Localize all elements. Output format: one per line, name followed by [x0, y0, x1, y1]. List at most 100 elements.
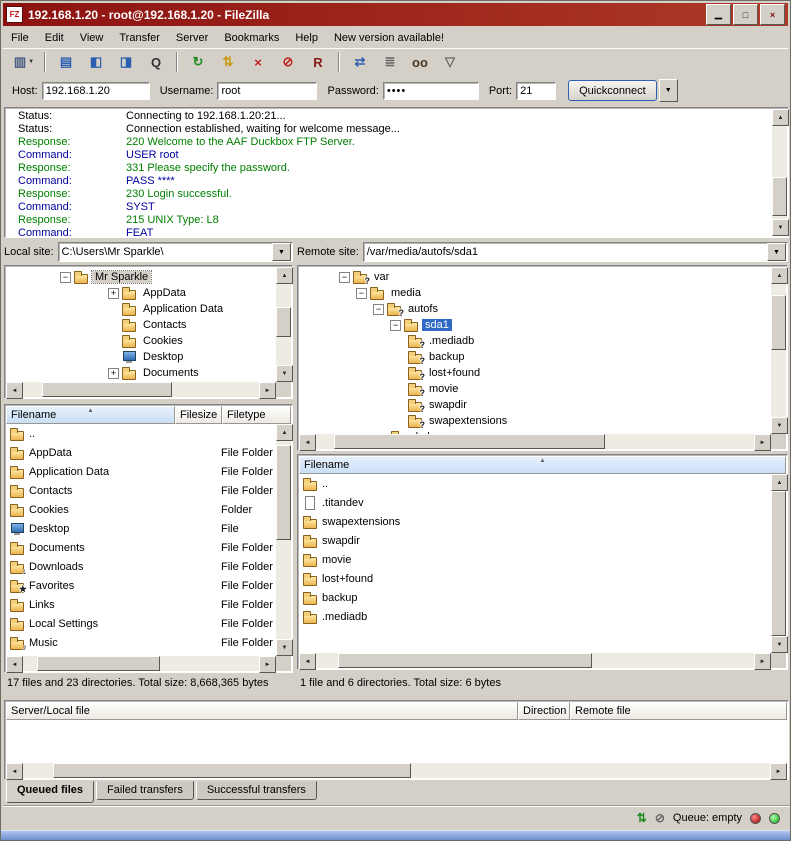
scroll-left-button[interactable]: ◄	[299, 653, 316, 670]
expander-icon[interactable]: −	[356, 288, 367, 299]
scrollbar-track[interactable]	[276, 284, 291, 365]
tree-row[interactable]: ? .mediadb	[299, 333, 770, 349]
transfer-arrows-icon[interactable]: ⇅	[637, 811, 647, 825]
expander-icon[interactable]: +	[108, 288, 119, 299]
scroll-left-button[interactable]: ◄	[6, 763, 23, 780]
queue-horizontal-scrollbar[interactable]: ◄ ►	[6, 763, 787, 778]
menu-item-transfer[interactable]: Transfer	[111, 29, 168, 47]
menu-item-help[interactable]: Help	[287, 29, 326, 47]
file-row[interactable]: .mediadb	[299, 607, 770, 626]
tree-row[interactable]: Contacts	[6, 317, 275, 333]
toggle-remote-tree-icon[interactable]: ◨	[111, 50, 141, 74]
expander-icon[interactable]: −	[390, 320, 401, 331]
file-row[interactable]: Desktop File	[6, 519, 275, 538]
scroll-down-button[interactable]: ▼	[276, 365, 293, 382]
file-row[interactable]: Application Data File Folder	[6, 462, 275, 481]
tree-row[interactable]: ? lost+found	[299, 365, 770, 381]
file-row[interactable]: Documents File Folder	[6, 538, 275, 557]
scroll-up-button[interactable]: ▲	[276, 424, 293, 441]
scroll-up-button[interactable]: ▲	[771, 267, 788, 284]
menu-item-view[interactable]: View	[72, 29, 112, 47]
file-row[interactable]: ↓ Downloads File Folder	[6, 557, 275, 576]
synchronized-browsing-icon[interactable]: ⇄	[345, 50, 375, 74]
menu-item-file[interactable]: File	[3, 29, 37, 47]
scrollbar-thumb[interactable]	[276, 307, 291, 338]
tree-row[interactable]: + AppData	[6, 285, 275, 301]
tree-row[interactable]: Cookies	[6, 333, 275, 349]
scrollbar-track[interactable]	[771, 491, 786, 636]
window-titlebar[interactable]: FZ 192.168.1.20 - root@192.168.1.20 - Fi…	[3, 3, 788, 26]
local-list-horizontal-scrollbar[interactable]: ◄ ►	[6, 656, 276, 671]
local-site-dropdown-button[interactable]: ▼	[272, 243, 291, 261]
tree-row[interactable]: − ? var	[299, 269, 770, 285]
scrollbar-thumb[interactable]	[772, 177, 787, 216]
local-tree-vertical-scrollbar[interactable]: ▲ ▼	[276, 267, 291, 382]
scrollbar-thumb[interactable]	[771, 295, 786, 351]
file-row[interactable]: Contacts File Folder	[6, 481, 275, 500]
tab-successful-transfers[interactable]: Successful transfers	[196, 781, 317, 800]
remote-site-dropdown-button[interactable]: ▼	[767, 243, 786, 261]
remote-site-combo[interactable]: /var/media/autofs/sda1 ▼	[363, 242, 788, 262]
scroll-left-button[interactable]: ◄	[6, 656, 23, 673]
scroll-down-button[interactable]: ▼	[772, 219, 789, 236]
tree-row[interactable]: + Documents	[6, 365, 275, 381]
quickconnect-options-button[interactable]: ▼	[659, 79, 678, 102]
host-input[interactable]	[42, 82, 150, 100]
local-site-combo[interactable]: C:\Users\Mr Sparkle\ ▼	[58, 242, 293, 262]
scrollbar-thumb[interactable]	[338, 653, 592, 668]
scroll-right-button[interactable]: ►	[259, 382, 276, 399]
scroll-left-button[interactable]: ◄	[6, 382, 23, 399]
remote-tree-horizontal-scrollbar[interactable]: ◄ ►	[299, 434, 771, 449]
disconnect-icon[interactable]: ⊘	[273, 50, 303, 74]
scrollbar-track[interactable]	[23, 656, 259, 671]
scroll-right-button[interactable]: ►	[754, 653, 771, 670]
site-manager-icon[interactable]: ▥ ▼	[9, 50, 39, 74]
expander-icon[interactable]: +	[108, 368, 119, 379]
file-row[interactable]: .titandev	[299, 493, 770, 512]
scrollbar-track[interactable]	[771, 284, 786, 417]
column-header-filename[interactable]: ▲ Filename	[299, 456, 786, 474]
site-manager-caret-icon[interactable]: ▼	[28, 59, 34, 65]
username-input[interactable]	[217, 82, 317, 100]
speed-limit-icon[interactable]: ⊘	[655, 811, 665, 825]
scroll-down-button[interactable]: ▼	[771, 636, 788, 653]
scroll-down-button[interactable]: ▼	[771, 417, 788, 434]
column-header-server-local-file[interactable]: Server/Local file	[6, 702, 518, 720]
column-header-filename[interactable]: ▲ Filename	[6, 406, 175, 424]
scroll-up-button[interactable]: ▲	[772, 109, 789, 126]
scrollbar-thumb[interactable]	[771, 491, 786, 636]
scroll-right-button[interactable]: ►	[754, 434, 771, 451]
tree-row[interactable]: Application Data	[6, 301, 275, 317]
file-row[interactable]: Links File Folder	[6, 595, 275, 614]
tree-row[interactable]: ? backup	[299, 349, 770, 365]
menu-item-edit[interactable]: Edit	[37, 29, 72, 47]
column-header-direction[interactable]: Direction	[518, 702, 570, 720]
scrollbar-thumb[interactable]	[37, 656, 160, 671]
file-row[interactable]: AppData File Folder	[6, 443, 275, 462]
scrollbar-thumb[interactable]	[53, 763, 412, 778]
scrollbar-thumb[interactable]	[42, 382, 172, 397]
expander-icon[interactable]: −	[373, 304, 384, 315]
log-vertical-scrollbar[interactable]: ▲ ▼	[772, 109, 787, 236]
tree-row[interactable]: ? movie	[299, 381, 770, 397]
menu-item-new-version[interactable]: New version available!	[326, 29, 452, 47]
file-row[interactable]: ♪ Music File Folder	[6, 633, 275, 652]
menu-item-bookmarks[interactable]: Bookmarks	[216, 29, 287, 47]
port-input[interactable]	[516, 82, 556, 100]
file-row[interactable]: movie	[299, 550, 770, 569]
maximize-button[interactable]: □	[733, 4, 758, 25]
file-row[interactable]: lost+found	[299, 569, 770, 588]
toggle-queue-icon[interactable]: Q	[141, 50, 171, 74]
password-input[interactable]	[383, 82, 479, 100]
filter-icon[interactable]: ▽	[435, 50, 465, 74]
tree-row[interactable]: ? swapextensions	[299, 413, 770, 429]
toggle-local-tree-icon[interactable]: ◧	[81, 50, 111, 74]
tree-row[interactable]: − ? autofs	[299, 301, 770, 317]
column-header-filetype[interactable]: Filetype	[222, 406, 291, 424]
tree-row[interactable]: Desktop	[6, 349, 275, 365]
scrollbar-track[interactable]	[23, 382, 259, 397]
local-tree-horizontal-scrollbar[interactable]: ◄ ►	[6, 382, 276, 397]
scroll-up-button[interactable]: ▲	[276, 267, 293, 284]
refresh-icon[interactable]: ↻	[183, 50, 213, 74]
scroll-up-button[interactable]: ▲	[771, 474, 788, 491]
